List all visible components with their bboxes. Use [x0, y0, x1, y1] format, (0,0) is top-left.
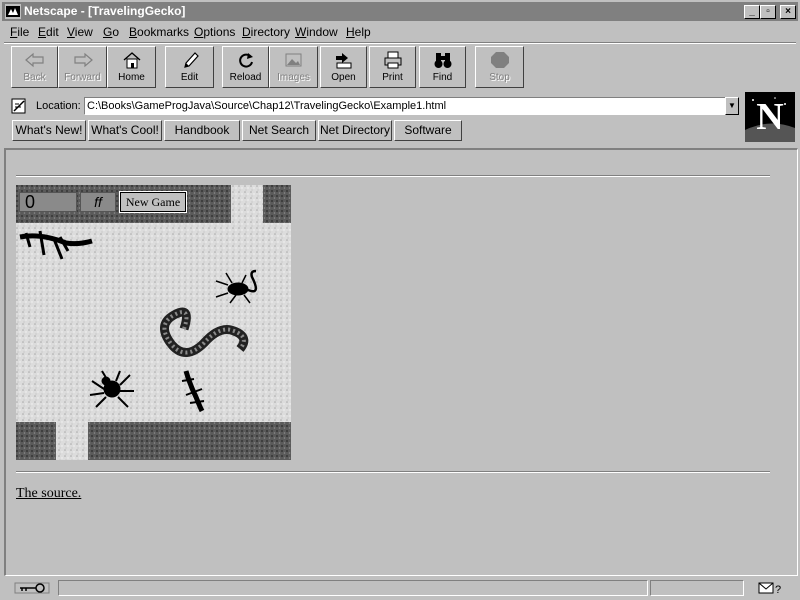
location-dropdown-button[interactable]: ▼ [725, 97, 739, 115]
open-label: Open [331, 72, 356, 83]
edit-button[interactable]: Edit [165, 46, 214, 88]
images-icon [285, 53, 301, 67]
browser-window: Netscape - [TravelingGecko] _ ▫ × File E… [0, 0, 800, 600]
chevron-down-icon: ▼ [728, 101, 736, 110]
home-label: Home [118, 72, 145, 83]
reload-label: Reload [229, 72, 262, 83]
find-label: Find [432, 72, 453, 83]
back-button[interactable]: Back [11, 46, 58, 88]
menu-view[interactable]: View [67, 25, 93, 39]
menu-help[interactable]: Help [346, 25, 371, 39]
whats-cool-button[interactable]: What's Cool! [88, 120, 162, 141]
handbook-button[interactable]: Handbook [164, 120, 240, 141]
open-button[interactable]: Open [320, 46, 367, 88]
progress-panel [650, 580, 744, 596]
menu-bar: File Edit View Go Bookmarks Options Dire… [2, 22, 798, 41]
net-directory-button[interactable]: Net Directory [318, 120, 392, 141]
location-label: Location: [36, 100, 81, 112]
minimize-button[interactable]: _ [744, 5, 760, 19]
print-label: Print [382, 72, 403, 83]
title-bar: Netscape - [TravelingGecko] _ ▫ × [2, 2, 798, 21]
window-title: Netscape - [TravelingGecko] [24, 4, 186, 18]
whats-new-button[interactable]: What's New! [12, 120, 86, 141]
location-input[interactable]: C:\Books\GameProgJava\Source\Chap12\Trav… [84, 97, 726, 115]
forward-label: Forward [64, 72, 101, 83]
menu-file[interactable]: File [10, 25, 29, 39]
maximize-button[interactable]: ▫ [760, 5, 776, 19]
printer-icon [384, 51, 401, 69]
svg-text:?: ? [775, 584, 781, 595]
toolbar-divider [4, 42, 796, 44]
security-key-icon [14, 582, 50, 594]
horizontal-rule-top [16, 175, 770, 177]
pencil-icon [183, 52, 199, 68]
menu-edit[interactable]: Edit [38, 25, 59, 39]
netscape-n-logo: N [756, 96, 784, 138]
reload-icon [238, 53, 253, 68]
source-link[interactable]: The source. [16, 486, 81, 502]
menu-bookmarks[interactable]: Bookmarks [129, 25, 189, 39]
edit-label: Edit [180, 72, 199, 83]
menu-directory[interactable]: Directory [242, 25, 290, 39]
mail-icon[interactable]: ? [758, 581, 786, 595]
status-bar: ? [2, 578, 798, 598]
reload-button[interactable]: Reload [222, 46, 269, 88]
forward-arrow-icon [73, 52, 93, 68]
new-game-button[interactable]: New Game [119, 191, 187, 213]
lives-indicator: ff [80, 192, 116, 212]
stop-label: Stop [489, 72, 510, 83]
back-label: Back [23, 72, 46, 83]
print-button[interactable]: Print [369, 46, 416, 88]
find-button[interactable]: Find [419, 46, 466, 88]
status-message-panel [58, 580, 648, 596]
stop-button[interactable]: Stop [475, 46, 524, 88]
net-search-button[interactable]: Net Search [242, 120, 316, 141]
score-readout: 0 [25, 192, 36, 212]
forward-button[interactable]: Forward [58, 46, 107, 88]
horizontal-rule-bottom [16, 471, 770, 473]
menu-go[interactable]: Go [103, 25, 119, 39]
netscape-app-icon[interactable] [5, 4, 21, 19]
software-button[interactable]: Software [394, 120, 462, 141]
binoculars-icon [434, 53, 451, 68]
menu-window[interactable]: Window [295, 25, 338, 39]
close-button[interactable]: × [780, 5, 796, 19]
menu-options[interactable]: Options [194, 25, 235, 39]
traveling-gecko-applet[interactable]: 0 ff New Game [16, 185, 291, 460]
location-bookmark-icon[interactable] [10, 97, 28, 115]
images-label: Images [277, 72, 310, 83]
netscape-logo[interactable]: N [745, 92, 795, 142]
home-icon [123, 52, 140, 69]
back-arrow-icon [24, 52, 44, 68]
home-button[interactable]: Home [107, 46, 156, 88]
game-board [16, 185, 291, 460]
images-button[interactable]: Images [269, 46, 318, 88]
stop-icon [490, 52, 509, 68]
open-icon [335, 53, 351, 69]
